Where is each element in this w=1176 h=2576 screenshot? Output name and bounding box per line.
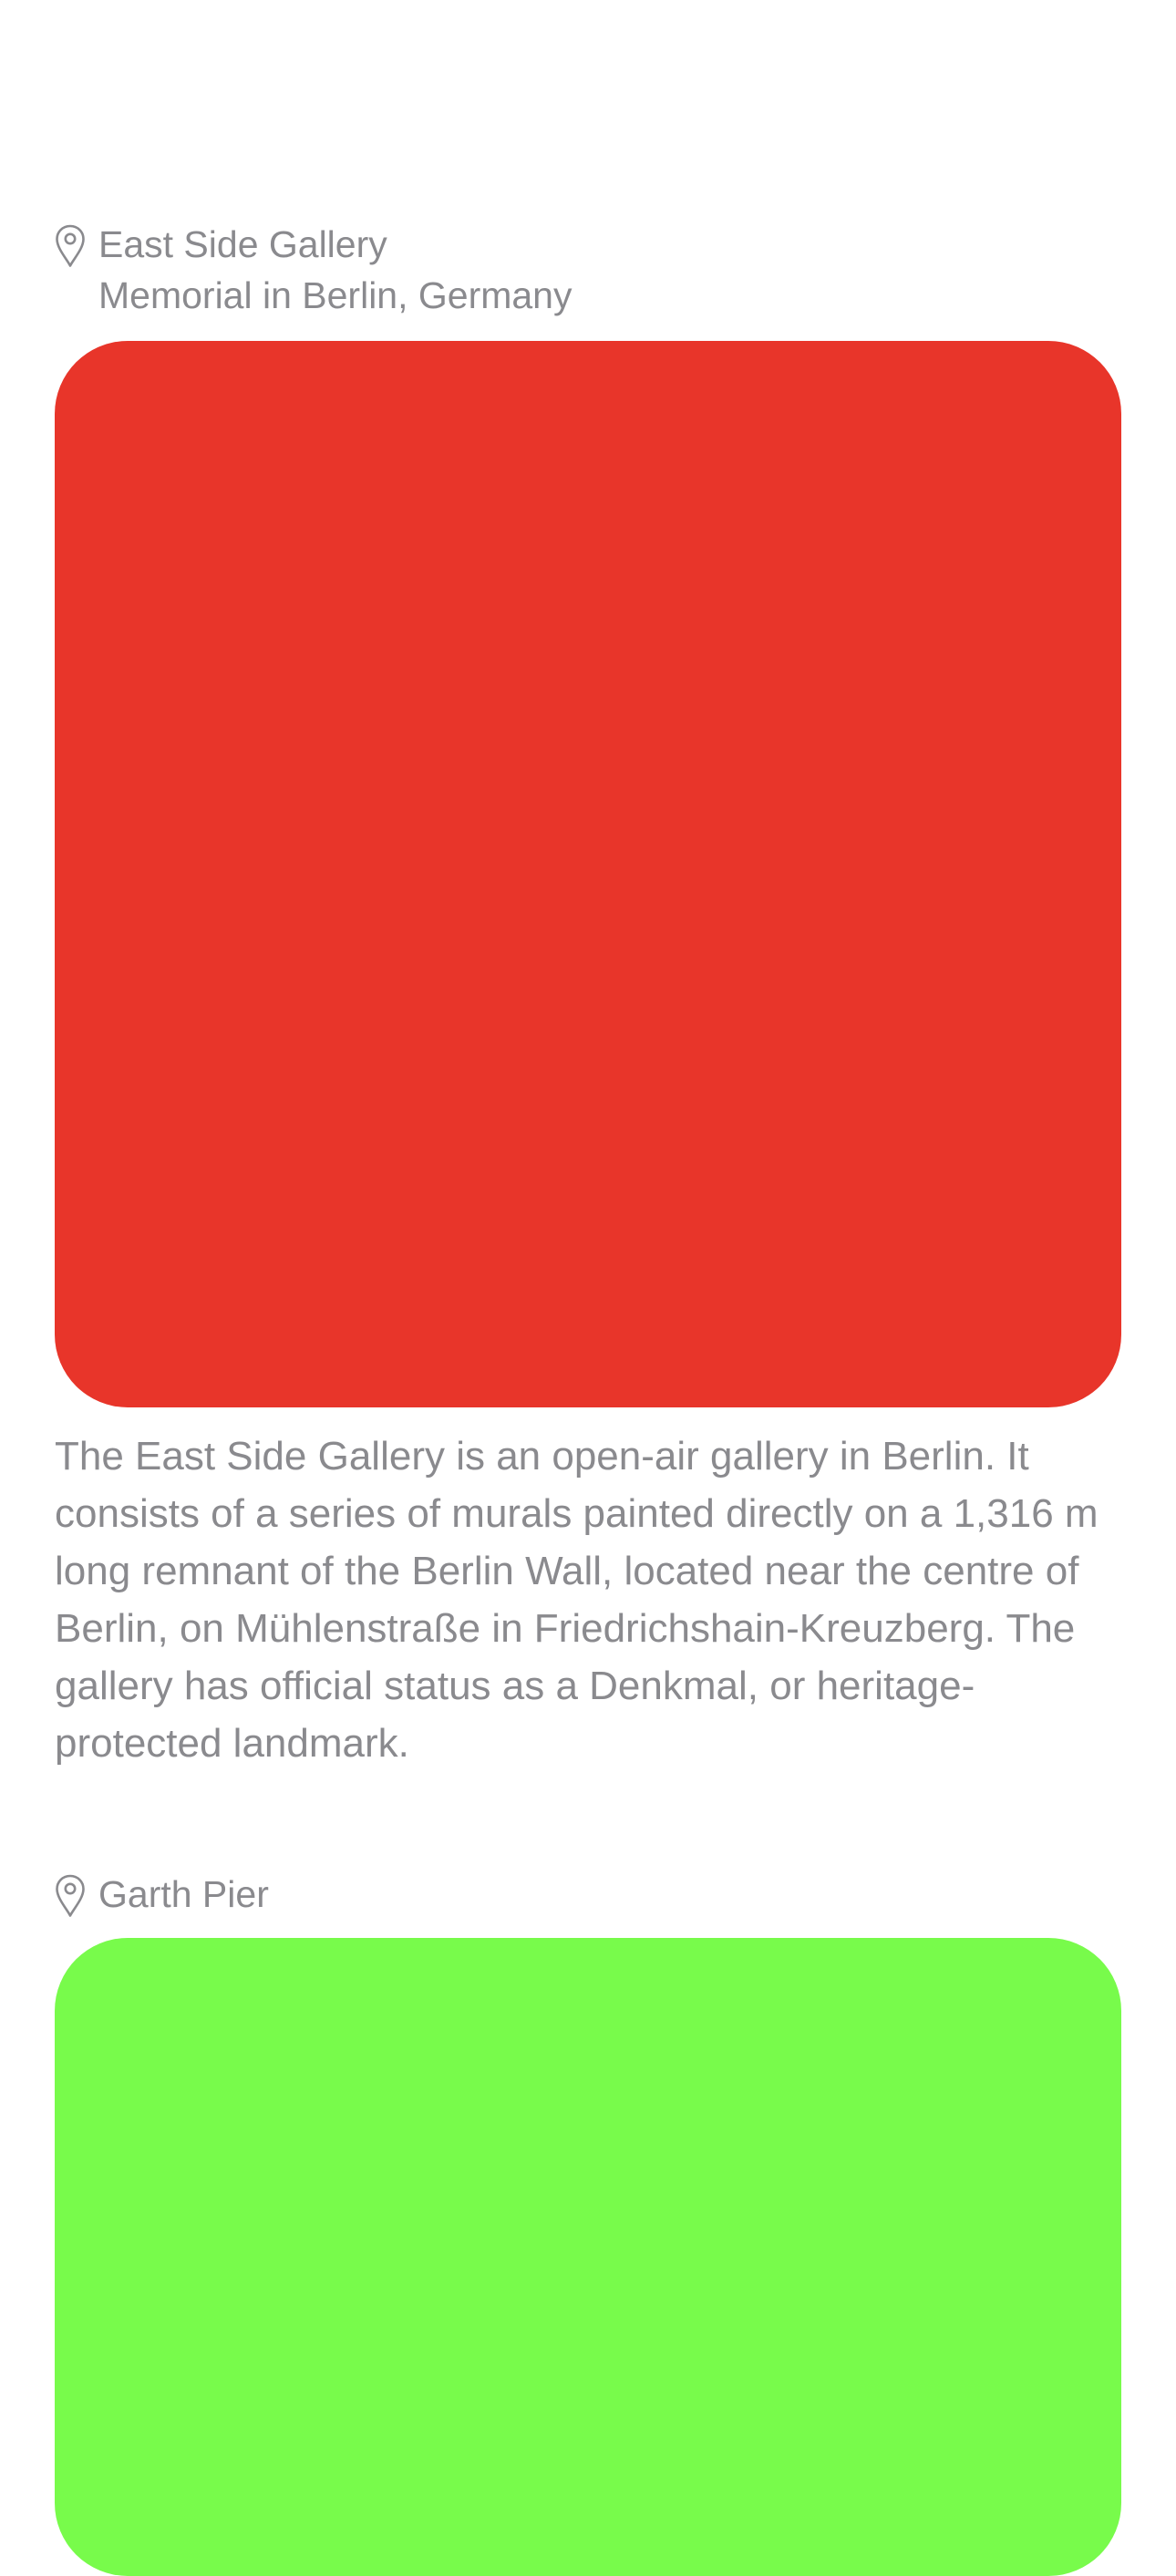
- map-pin-icon: [55, 224, 86, 268]
- place-header[interactable]: Garth Pier: [55, 1869, 1121, 1920]
- places-feed: East Side Gallery Memorial in Berlin, Ge…: [0, 0, 1176, 2576]
- map-pin-icon: [55, 1874, 86, 1918]
- place-description: The East Side Gallery is an open-air gal…: [55, 1434, 1099, 1766]
- place-title: East Side Gallery: [98, 223, 387, 265]
- place-image[interactable]: [55, 1938, 1121, 2576]
- place-image[interactable]: [55, 341, 1121, 1407]
- place-header[interactable]: East Side Gallery Memorial in Berlin, Ge…: [55, 219, 1121, 321]
- place-subtitle: Memorial in Berlin, Germany: [98, 274, 573, 316]
- place-card-east-side-gallery: East Side Gallery Memorial in Berlin, Ge…: [55, 219, 1121, 321]
- place-title: Garth Pier: [98, 1873, 269, 1915]
- place-card-garth-pier: Garth Pier: [55, 1869, 1121, 1920]
